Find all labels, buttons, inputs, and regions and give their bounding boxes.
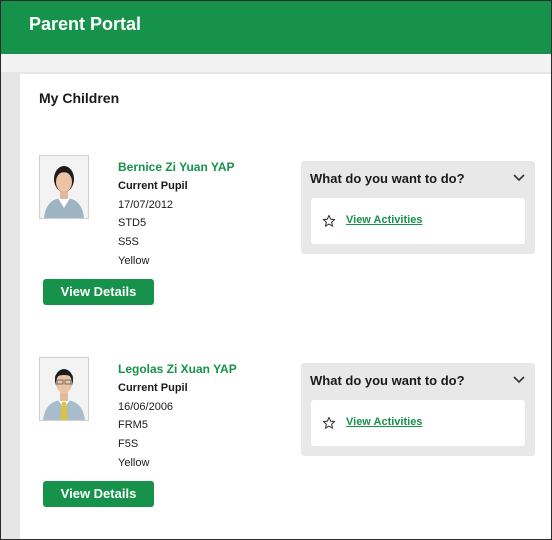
child-name[interactable]: Bernice Zi Yuan YAP: [118, 158, 235, 177]
actions-panel: What do you want to do? View Activities: [301, 161, 535, 254]
app-title: Parent Portal: [29, 14, 142, 34]
child-class: F5S: [118, 438, 139, 451]
top-bar: Parent Portal: [1, 1, 551, 54]
child-name[interactable]: Legolas Zi Xuan YAP: [118, 360, 237, 379]
star-icon: [322, 416, 336, 429]
view-details-button[interactable]: View Details: [43, 279, 154, 305]
actions-heading[interactable]: What do you want to do?: [310, 171, 465, 186]
header-divider: [1, 54, 551, 72]
view-activities-link[interactable]: View Activities: [346, 416, 422, 428]
chevron-down-icon[interactable]: [513, 376, 525, 384]
child-house: Yellow: [118, 254, 150, 267]
child-dob: 17/07/2012: [118, 198, 174, 211]
child-class: S5S: [118, 236, 139, 249]
child-status: Current Pupil: [118, 180, 188, 192]
child-level: STD5: [118, 217, 147, 230]
my-children-card: My Children Bernice Zi Yuan YAP Current …: [20, 74, 551, 539]
view-activities-link[interactable]: View Activities: [346, 214, 422, 226]
child-photo: [39, 357, 89, 421]
child-info: Legolas Zi Xuan YAP Current Pupil 16/06/…: [118, 360, 237, 473]
view-details-button[interactable]: View Details: [43, 481, 154, 507]
child-entry: Legolas Zi Xuan YAP Current Pupil 16/06/…: [20, 357, 551, 517]
child-entry: Bernice Zi Yuan YAP Current Pupil 17/07/…: [20, 155, 551, 315]
child-house: Yellow: [118, 456, 150, 469]
actions-heading[interactable]: What do you want to do?: [310, 373, 465, 388]
child-dob: 16/06/2006: [118, 400, 174, 413]
child-info: Bernice Zi Yuan YAP Current Pupil 17/07/…: [118, 158, 235, 271]
actions-panel: What do you want to do? View Activities: [301, 363, 535, 456]
actions-list: View Activities: [311, 400, 525, 446]
star-icon: [322, 214, 336, 227]
chevron-down-icon[interactable]: [513, 174, 525, 182]
child-photo: [39, 155, 89, 219]
card-title: My Children: [39, 90, 120, 106]
child-status: Current Pupil: [118, 382, 188, 394]
child-level: FRM5: [118, 419, 148, 432]
actions-list: View Activities: [311, 198, 525, 244]
